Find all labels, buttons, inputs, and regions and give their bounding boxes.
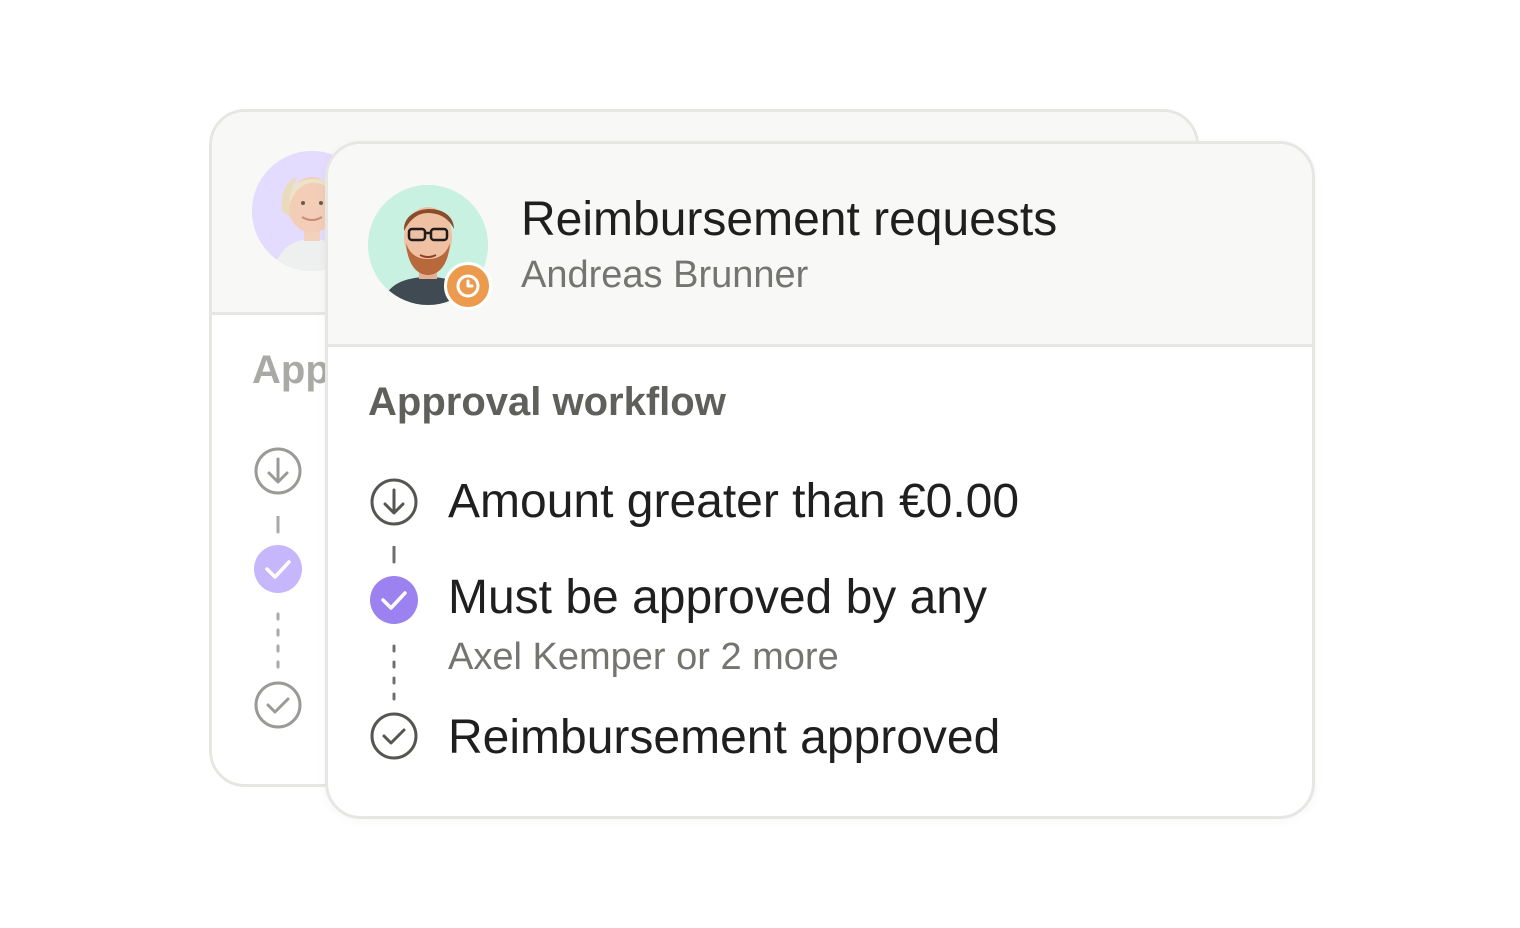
check-filled-circle-icon bbox=[254, 545, 302, 593]
check-circle-icon bbox=[370, 712, 418, 760]
arrow-down-circle-icon bbox=[370, 478, 418, 526]
check-circle-icon bbox=[254, 681, 302, 729]
workflow-card[interactable]: Reimbursement requests Andreas Brunner A… bbox=[325, 141, 1315, 819]
step-connector-dashed bbox=[276, 612, 280, 672]
workflow-step-condition: Amount greater than €0.00 bbox=[448, 475, 1020, 528]
back-section-title: App bbox=[252, 348, 330, 392]
check-filled-circle-icon bbox=[370, 576, 418, 624]
arrow-down-circle-icon bbox=[254, 447, 302, 495]
card-title: Reimbursement requests bbox=[521, 193, 1058, 246]
workflow-step-result: Reimbursement approved bbox=[448, 711, 1001, 764]
card-header: Reimbursement requests Andreas Brunner bbox=[328, 144, 1312, 347]
step-connector bbox=[392, 546, 396, 564]
step-connector-dashed bbox=[392, 644, 396, 704]
requester-name: Andreas Brunner bbox=[521, 254, 809, 296]
status-badge bbox=[444, 262, 492, 310]
workflow-step-approval: Must be approved by any bbox=[448, 571, 987, 624]
section-title: Approval workflow bbox=[368, 380, 726, 424]
step-connector bbox=[276, 516, 280, 534]
approvers-text: Axel Kemper or 2 more bbox=[448, 636, 839, 678]
clock-icon bbox=[456, 274, 480, 298]
